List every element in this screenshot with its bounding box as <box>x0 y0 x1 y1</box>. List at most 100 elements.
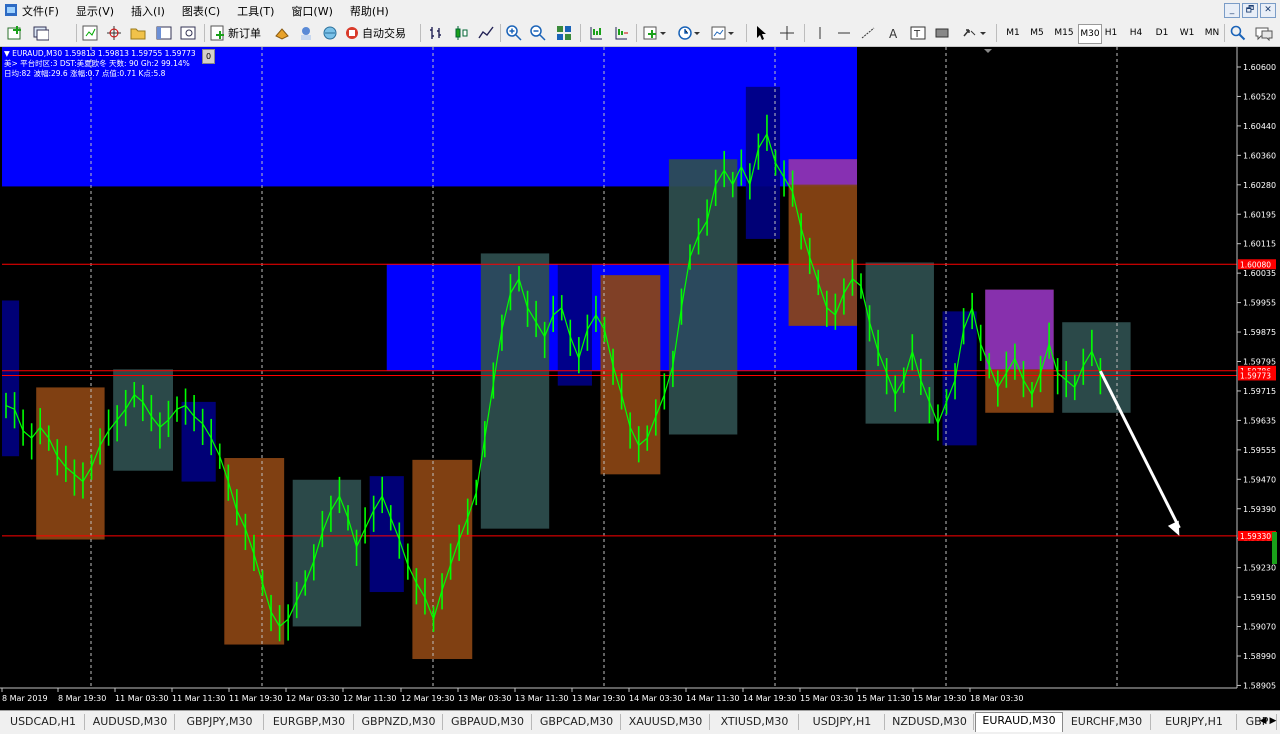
timeframe-w1-button[interactable]: W1 <box>1178 24 1196 42</box>
menu-item-3[interactable]: 图表(C) <box>182 3 220 19</box>
range-box <box>2 300 20 457</box>
timeframe-m1-button[interactable]: M1 <box>1004 24 1022 42</box>
navigator-icon[interactable] <box>104 23 124 43</box>
tile-windows-icon[interactable] <box>554 23 574 43</box>
signals-icon[interactable] <box>296 23 316 43</box>
folder-star-icon[interactable] <box>128 23 148 43</box>
tab-audusd-m30[interactable]: AUDUSD,M30 <box>86 714 175 730</box>
toolbar: 新订单 自动交易 A T M1 M5 M15 M30 H1 H4 D1 W1 MN <box>0 20 1280 47</box>
range-box <box>412 459 473 660</box>
timeframe-mn-button[interactable]: MN <box>1203 24 1221 42</box>
menu-item-1[interactable]: 显示(V) <box>76 3 114 19</box>
vertical-line-icon[interactable] <box>810 23 830 43</box>
tab-usdjpy-h1[interactable]: USDJPY,H1 <box>800 714 885 730</box>
timeframe-m30-button[interactable]: M30 <box>1078 24 1102 44</box>
price-tick-label: 1.59555 <box>1243 446 1276 455</box>
tab-scroll-left-icon[interactable]: ◀ <box>1258 714 1268 728</box>
text-icon[interactable]: A <box>884 23 904 43</box>
zoom-out-icon[interactable] <box>528 23 548 43</box>
price-tick-label: 1.59635 <box>1243 416 1276 425</box>
text-label-icon[interactable]: T <box>908 23 928 43</box>
tab-euraud-m30[interactable]: EURAUD,M30 <box>975 712 1063 732</box>
time-tick-label: 15 Mar 11:30 <box>857 694 910 703</box>
time-tick-label: 12 Mar 19:30 <box>401 694 454 703</box>
chat-icon[interactable] <box>1252 23 1276 43</box>
tab-xtiusd-m30[interactable]: XTIUSD,M30 <box>711 714 799 730</box>
menu-item-5[interactable]: 窗口(W) <box>291 3 332 19</box>
market-watch-icon[interactable] <box>80 23 100 43</box>
indicator-badge: 0 <box>202 49 215 64</box>
gold-icon[interactable] <box>272 23 292 43</box>
tab-gbpaud-m30[interactable]: GBPAUD,M30 <box>444 714 532 730</box>
auto-scroll-icon[interactable] <box>585 23 607 43</box>
minimize-button[interactable]: _ <box>1224 3 1240 18</box>
auto-trading-label: 自动交易 <box>362 27 406 40</box>
timeframe-h4-button[interactable]: H4 <box>1127 24 1145 42</box>
tab-gbpnzd-m30[interactable]: GBPNZD,M30 <box>355 714 443 730</box>
price-tick-label: 1.59470 <box>1243 475 1276 484</box>
new-order-button[interactable]: 新订单 <box>210 23 268 43</box>
price-label: 1.59773 <box>1240 371 1271 380</box>
range-box <box>36 387 105 540</box>
menu-item-4[interactable]: 工具(T) <box>237 3 274 19</box>
price-tick-label: 1.59875 <box>1243 328 1276 337</box>
time-tick-label: 8 Mar 19:30 <box>58 694 106 703</box>
rectangle-icon[interactable] <box>932 23 952 43</box>
price-tick-label: 1.59070 <box>1243 623 1276 632</box>
trendline-icon[interactable] <box>858 23 878 43</box>
timeframe-d1-button[interactable]: D1 <box>1153 24 1171 42</box>
price-tick-label: 1.60115 <box>1243 240 1276 249</box>
timeframe-m5-button[interactable]: M5 <box>1028 24 1046 42</box>
market-icon[interactable] <box>320 23 340 43</box>
price-tick-label: 1.60035 <box>1243 269 1276 278</box>
menu-bar: 文件(F) 显示(V) 插入(I) 图表(C) 工具(T) 窗口(W) 帮助(H) _ 🗗 … <box>0 0 1280 20</box>
timeframe-m15-button[interactable]: M15 <box>1052 24 1076 42</box>
tab-nzdusd-m30[interactable]: NZDUSD,M30 <box>886 714 974 730</box>
timeframe-h1-button[interactable]: H1 <box>1102 24 1120 42</box>
close-button[interactable]: ✕ <box>1260 3 1276 18</box>
tester-icon[interactable] <box>178 23 198 43</box>
horizontal-line-icon[interactable] <box>834 23 854 43</box>
tab-eurchf-m30[interactable]: EURCHF,M30 <box>1063 714 1151 730</box>
time-tick-label: 18 Mar 03:30 <box>970 694 1023 703</box>
tab-eurgbp-m30[interactable]: EURGBP,M30 <box>265 714 354 730</box>
zoom-in-icon[interactable] <box>504 23 524 43</box>
tab-gbpcad-m30[interactable]: GBPCAD,M30 <box>533 714 621 730</box>
search-icon[interactable] <box>1228 23 1248 43</box>
price-chart[interactable]: 1.60600 1.60520 1.60440 1.60360 1.60280 1.601… <box>0 47 1280 710</box>
bar-chart-icon[interactable] <box>426 23 446 43</box>
indicators-icon[interactable] <box>640 23 670 43</box>
cursor-icon[interactable] <box>750 23 772 43</box>
tab-scroll-right-icon[interactable]: ▶ <box>1268 714 1278 728</box>
chart-area[interactable]: 1.60600 1.60520 1.60440 1.60360 1.60280 1.601… <box>0 47 1280 710</box>
collapse-triangle-icon[interactable]: ▼ <box>4 49 10 58</box>
line-chart-icon[interactable] <box>476 23 496 43</box>
menu-items: 文件(F) 显示(V) 插入(I) 图表(C) 工具(T) 窗口(W) 帮助(H) <box>22 3 406 19</box>
terminal-icon[interactable] <box>154 23 174 43</box>
time-tick-label: 15 Mar 03:30 <box>800 694 853 703</box>
chart-info-box: ▼ EURAUD,M30 1.59813 1.59813 1.59755 1.5… <box>4 49 196 79</box>
price-tick-label: 1.60280 <box>1243 181 1276 190</box>
new-chart-icon[interactable] <box>4 23 26 43</box>
menu-item-2[interactable]: 插入(I) <box>131 3 165 19</box>
tab-usdcad-h1[interactable]: USDCAD,H1 <box>2 714 85 730</box>
price-tick-label: 1.59795 <box>1243 358 1276 367</box>
periods-icon[interactable] <box>674 23 704 43</box>
restore-button[interactable]: 🗗 <box>1242 3 1258 18</box>
menu-item-0[interactable]: 文件(F) <box>22 3 59 19</box>
tab-xauusd-m30[interactable]: XAUUSD,M30 <box>622 714 710 730</box>
auto-trading-button[interactable]: 自动交易 <box>344 23 412 43</box>
time-tick-label: 12 Mar 03:30 <box>286 694 339 703</box>
tab-gbpjpy-m30[interactable]: GBPJPY,M30 <box>176 714 264 730</box>
arrows-icon[interactable] <box>958 23 990 43</box>
menu-item-6[interactable]: 帮助(H) <box>350 3 389 19</box>
range-box <box>480 253 550 529</box>
chart-shift-icon[interactable] <box>610 23 632 43</box>
candlestick-icon[interactable] <box>450 23 472 43</box>
crosshair-icon[interactable] <box>776 23 798 43</box>
tab-eurjpy-h1[interactable]: EURJPY,H1 <box>1152 714 1237 730</box>
templates-icon[interactable] <box>708 23 738 43</box>
profiles-icon[interactable] <box>30 23 52 43</box>
price-tick-label: 1.59150 <box>1243 593 1276 602</box>
price-tick-label: 1.59230 <box>1243 564 1276 573</box>
